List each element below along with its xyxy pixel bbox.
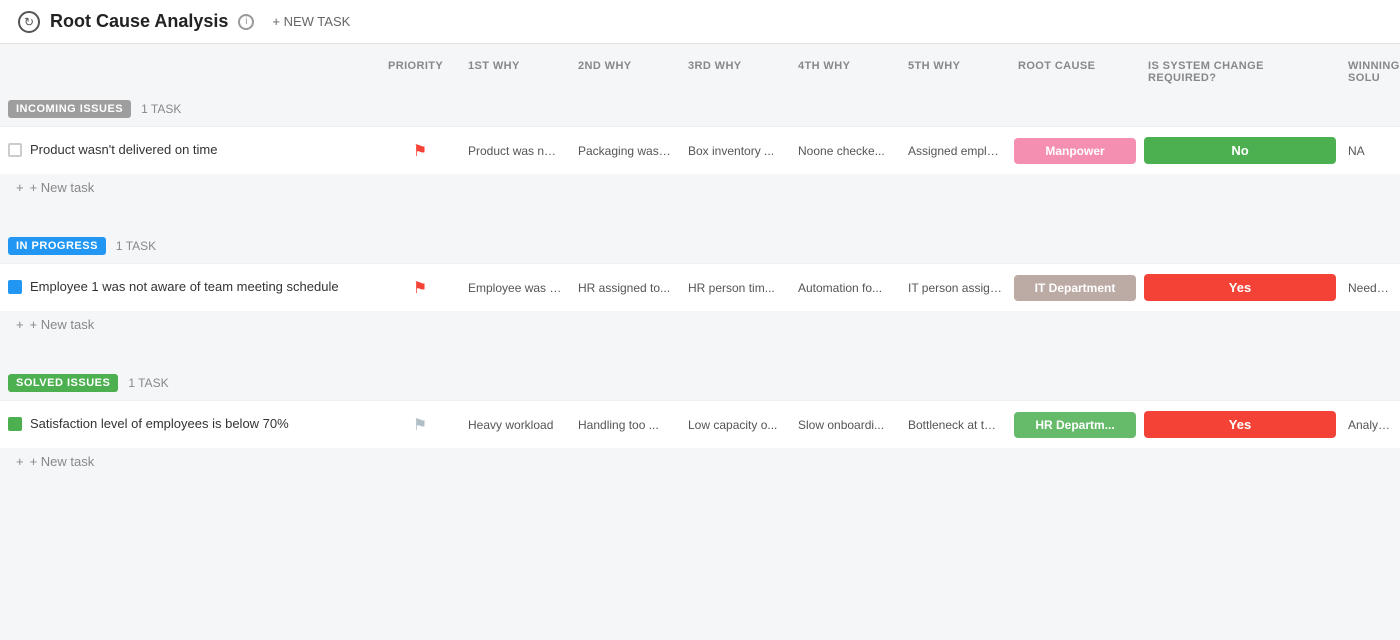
why5-cell: Assigned employ...	[900, 138, 1010, 164]
col-why3: 3RD WHY	[680, 56, 790, 88]
why3-cell: Box inventory ...	[680, 138, 790, 164]
winning-solution-cell: Analyze the cause of bottl...	[1340, 412, 1400, 438]
add-task-label: + New task	[30, 317, 95, 332]
system-change-cell: Yes	[1140, 270, 1340, 305]
add-task-incoming[interactable]: + + New task	[0, 174, 1400, 201]
why1-cell: Employee was not b...	[460, 275, 570, 301]
why1-cell: Heavy workload	[460, 412, 570, 438]
root-cause-cell: HR Departm...	[1010, 408, 1140, 442]
info-icon[interactable]: i	[238, 14, 254, 30]
priority-flag-red: ⚑	[413, 141, 427, 161]
root-cause-badge[interactable]: IT Department	[1014, 275, 1136, 301]
section-header-incoming: INCOMING ISSUES 1 TASK	[0, 92, 1400, 126]
col-incoming-issues	[0, 56, 380, 88]
col-why4: 4TH WHY	[790, 56, 900, 88]
task-count-incoming: 1 TASK	[141, 102, 181, 116]
divider-2	[0, 350, 1400, 366]
winning-solution-cell: Need to try us ing Integroma...	[1340, 275, 1400, 301]
add-task-label: + New task	[30, 454, 95, 469]
table-row: Product wasn't delivered on time ⚑ Produ…	[0, 126, 1400, 174]
system-change-cell: Yes	[1140, 407, 1340, 442]
task-name-cell: Employee 1 was not aware of team meeting…	[0, 273, 380, 302]
priority-flag-light: ⚑	[413, 415, 427, 435]
why3-cell: HR person tim...	[680, 275, 790, 301]
add-task-icon: +	[16, 454, 24, 469]
system-change-badge[interactable]: No	[1144, 137, 1336, 164]
why2-cell: Handling too ...	[570, 412, 680, 438]
why5-cell: IT person assigne...	[900, 275, 1010, 301]
task-checkbox-solved[interactable]	[8, 417, 22, 431]
section-solved: SOLVED ISSUES 1 TASK Satisfaction level …	[0, 366, 1400, 475]
add-task-icon: +	[16, 180, 24, 195]
task-name[interactable]: Product wasn't delivered on time	[30, 142, 217, 159]
back-button[interactable]: ↻	[18, 11, 40, 33]
task-checkbox[interactable]	[8, 143, 22, 157]
badge-incoming: INCOMING ISSUES	[8, 100, 131, 118]
main-content: PRIORITY 1ST WHY 2ND WHY 3RD WHY 4TH WHY…	[0, 44, 1400, 499]
app-header: ↻ Root Cause Analysis i + NEW TASK	[0, 0, 1400, 44]
add-task-solved[interactable]: + + New task	[0, 448, 1400, 475]
priority-cell: ⚑	[380, 272, 460, 304]
task-name-cell: Satisfaction level of employees is below…	[0, 410, 380, 439]
priority-cell: ⚑	[380, 409, 460, 441]
root-cause-badge[interactable]: Manpower	[1014, 138, 1136, 164]
root-cause-badge[interactable]: HR Departm...	[1014, 412, 1136, 438]
col-system-change: IS SYSTEM CHANGE REQUIRED?	[1140, 56, 1340, 88]
add-task-icon: +	[16, 317, 24, 332]
system-change-cell: No	[1140, 133, 1340, 168]
section-inprogress: IN PROGRESS 1 TASK Employee 1 was not aw…	[0, 229, 1400, 338]
why4-cell: Automation fo...	[790, 275, 900, 301]
system-change-badge[interactable]: Yes	[1144, 411, 1336, 438]
col-why2: 2ND WHY	[570, 56, 680, 88]
task-name[interactable]: Satisfaction level of employees is below…	[30, 416, 289, 433]
why4-cell: Slow onboardi...	[790, 412, 900, 438]
add-task-label: + New task	[30, 180, 95, 195]
section-header-inprogress: IN PROGRESS 1 TASK	[0, 229, 1400, 263]
section-incoming: INCOMING ISSUES 1 TASK Product wasn't de…	[0, 92, 1400, 201]
system-change-badge[interactable]: Yes	[1144, 274, 1336, 301]
divider-1	[0, 213, 1400, 229]
table-row: Satisfaction level of employees is below…	[0, 400, 1400, 448]
section-header-solved: SOLVED ISSUES 1 TASK	[0, 366, 1400, 400]
why2-cell: Packaging was ...	[570, 138, 680, 164]
root-cause-cell: IT Department	[1010, 271, 1140, 305]
col-why1: 1ST WHY	[460, 56, 570, 88]
col-why5: 5TH WHY	[900, 56, 1010, 88]
task-name-cell: Product wasn't delivered on time	[0, 136, 380, 165]
winning-solution-cell: NA	[1340, 138, 1400, 164]
task-count-solved: 1 TASK	[128, 376, 168, 390]
new-task-button[interactable]: + NEW TASK	[264, 10, 358, 33]
col-root-cause: ROOT CAUSE	[1010, 56, 1140, 88]
task-checkbox-inprogress[interactable]	[8, 280, 22, 294]
priority-cell: ⚑	[380, 135, 460, 167]
col-winning-solution: WINNING SOLU	[1340, 56, 1400, 88]
root-cause-cell: Manpower	[1010, 134, 1140, 168]
why4-cell: Noone checke...	[790, 138, 900, 164]
why3-cell: Low capacity o...	[680, 412, 790, 438]
why5-cell: Bottleneck at the...	[900, 412, 1010, 438]
add-task-inprogress[interactable]: + + New task	[0, 311, 1400, 338]
task-name[interactable]: Employee 1 was not aware of team meeting…	[30, 279, 339, 296]
why1-cell: Product was not rea...	[460, 138, 570, 164]
priority-flag-red: ⚑	[413, 278, 427, 298]
why2-cell: HR assigned to...	[570, 275, 680, 301]
page-title: Root Cause Analysis	[50, 11, 228, 32]
badge-inprogress: IN PROGRESS	[8, 237, 106, 255]
task-count-inprogress: 1 TASK	[116, 239, 156, 253]
table-row: Employee 1 was not aware of team meeting…	[0, 263, 1400, 311]
badge-solved: SOLVED ISSUES	[8, 374, 118, 392]
column-headers: PRIORITY 1ST WHY 2ND WHY 3RD WHY 4TH WHY…	[0, 56, 1400, 92]
col-priority: PRIORITY	[380, 56, 460, 88]
